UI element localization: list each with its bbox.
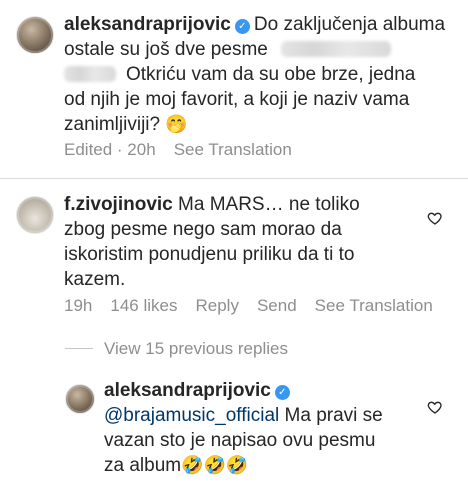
heart-outline-icon[interactable] <box>427 210 443 226</box>
comment-line: za album🤣🤣🤣 <box>104 453 424 478</box>
replies-line <box>65 348 93 349</box>
comment-line: kazem. <box>64 269 126 290</box>
comment-line: od njih je moj favorit, a koji je naziv … <box>64 89 410 110</box>
username[interactable]: aleksandraprijovic <box>104 380 271 401</box>
comment-line: f.zivojinovic Ma MARS… ne toliko <box>64 192 424 217</box>
comment-time: 19h <box>64 296 93 315</box>
comment-line: iskoristim ponudjenu priliku da ti to <box>64 244 355 265</box>
view-previous-replies-button[interactable]: View 15 previous replies <box>104 339 288 359</box>
avatar[interactable] <box>16 16 54 54</box>
rofl-emoji: 🤣🤣🤣 <box>181 455 249 476</box>
comment-body: f.zivojinovic Ma MARS… ne toliko zbog pe… <box>64 192 424 292</box>
comment-body: aleksandraprijovic ✓ @brajamusic_official… <box>104 378 424 478</box>
hand-over-mouth-emoji: 🤭 <box>165 114 188 135</box>
comment-line: aleksandraprijovic ✓ Do zaključenja albuma <box>64 12 464 37</box>
username[interactable]: f.zivojinovic <box>64 194 173 215</box>
comment-line: aleksandraprijovic ✓ <box>104 378 424 403</box>
likes-count[interactable]: 146 likes <box>110 296 177 315</box>
comment-line: Otkriću vam da su obe brze, jedna <box>64 62 464 87</box>
comment-line: vazan sto je napisao ovu pesmu <box>104 430 376 451</box>
verified-badge-icon: ✓ <box>274 385 290 400</box>
comment-text: za album <box>104 455 182 476</box>
username[interactable]: aleksandraprijovic <box>64 14 231 35</box>
reply-button[interactable]: Reply <box>195 296 238 315</box>
comment-text: Otkriću vam da su obe brze, jedna <box>126 64 416 85</box>
comment-line: zanimljiviji? 🤭 <box>64 112 464 137</box>
blurred-text <box>281 41 392 57</box>
mention-link[interactable]: @brajamusic_official <box>104 405 279 426</box>
blurred-text <box>64 66 116 82</box>
divider <box>0 178 468 179</box>
heart-outline-icon[interactable] <box>427 399 443 415</box>
verified-badge-icon: ✓ <box>234 19 250 34</box>
comment-text: Do zaključenja albuma <box>253 14 446 35</box>
comment-line: ostale su još dve pesme <box>64 37 464 62</box>
comment-text: zanimljiviji? <box>64 114 161 135</box>
comment-line: @brajamusic_official Ma pravi se <box>104 403 424 428</box>
avatar[interactable] <box>16 196 54 234</box>
comment-text: ostale su još dve pesme <box>64 39 268 60</box>
avatar[interactable] <box>65 384 95 414</box>
comment-meta: Edited · 20h See Translation <box>64 140 310 160</box>
comment-body: aleksandraprijovic ✓ Do zaključenja albuma… <box>64 12 464 137</box>
comment-text: Ma pravi se <box>284 405 383 426</box>
see-translation-link[interactable]: See Translation <box>315 296 433 315</box>
comment-text: Ma MARS… ne toliko <box>178 194 360 215</box>
edited-time: Edited · 20h <box>64 140 156 159</box>
send-button[interactable]: Send <box>257 296 297 315</box>
comment-line: zbog pesme nego sam morao da <box>64 219 342 240</box>
see-translation-link[interactable]: See Translation <box>174 140 292 159</box>
comment-meta: 19h 146 likes Reply Send See Translation <box>64 296 433 316</box>
